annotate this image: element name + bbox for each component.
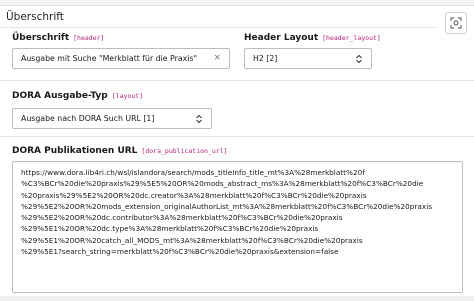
textarea-line: https://www.dora.lib4ri.ch/wsl/islandora… bbox=[21, 168, 365, 177]
textarea-line: %29%5E2%20OR%20dc.contributor%3A%28merkb… bbox=[21, 213, 343, 223]
header-layout-value: H2 [2] bbox=[253, 54, 278, 63]
header-input-value: Ausgabe mit Suche "Merkblatt für die Pra… bbox=[21, 54, 198, 63]
publication-url-label-text: DORA Publikationen URL bbox=[12, 146, 138, 156]
chevron-up-down-icon bbox=[196, 114, 202, 124]
header-layout-label-text: Header Layout bbox=[244, 33, 319, 43]
layout-select[interactable]: Ausgabe nach DORA Such URL [1] bbox=[12, 108, 212, 129]
panel-title: Überschrift bbox=[6, 11, 64, 23]
textarea-line: %29%5E1?search_string=merkblatt%20f%C3%B… bbox=[21, 247, 339, 257]
layout-key: [layout] bbox=[111, 92, 144, 100]
header-layout-key: [header_layout] bbox=[322, 34, 381, 42]
layout-value: Ausgabe nach DORA Such URL [1] bbox=[21, 114, 155, 123]
header-layout-label: Header Layout [header_layout] bbox=[244, 33, 381, 43]
publication-url-label: DORA Publikationen URL [dora_publication_… bbox=[12, 146, 228, 156]
top-panel-edge bbox=[0, 0, 474, 6]
textarea-line: %29%5E2%20OR%20mods_extension_originalAu… bbox=[21, 201, 433, 211]
layout-label: DORA Ausgabe-Typ [layout] bbox=[12, 91, 143, 101]
layout-label-text: DORA Ausgabe-Typ bbox=[12, 91, 108, 101]
textarea-line: %29%5E1%20OR%20catch_all_MODS_mt%3A%28me… bbox=[21, 235, 363, 245]
chevron-up-down-icon bbox=[356, 54, 362, 64]
header-input[interactable]: Ausgabe mit Suche "Merkblatt für die Pra… bbox=[12, 48, 230, 69]
section-divider bbox=[0, 136, 474, 137]
header-layout-select[interactable]: H2 [2] bbox=[244, 48, 372, 69]
header-key: [header] bbox=[73, 34, 105, 42]
bottom-panel-edge bbox=[0, 296, 474, 301]
textarea-line: %C3%BCr%20die%20praxis%29%5E5%20OR%20mod… bbox=[21, 179, 424, 189]
publication-url-textarea[interactable]: https://www.dora.lib4ri.ch/wsl/islandora… bbox=[12, 161, 463, 293]
textarea-line: %20praxis%29%5E2%20OR%20dc.creator%3A%28… bbox=[21, 190, 367, 200]
zoom-button[interactable] bbox=[445, 12, 467, 34]
title-divider bbox=[0, 27, 436, 28]
textarea-line: %29%5E1%20OR%20dc.type%3A%28merkblatt%20… bbox=[21, 224, 319, 234]
publication-url-key: [dora_publication_url] bbox=[141, 147, 228, 155]
header-label-text: Überschrift bbox=[12, 33, 70, 43]
section-divider bbox=[0, 80, 474, 81]
clear-icon[interactable]: × bbox=[213, 53, 221, 63]
header-label: Überschrift [header] bbox=[12, 33, 104, 43]
zoom-in-icon bbox=[450, 17, 462, 29]
